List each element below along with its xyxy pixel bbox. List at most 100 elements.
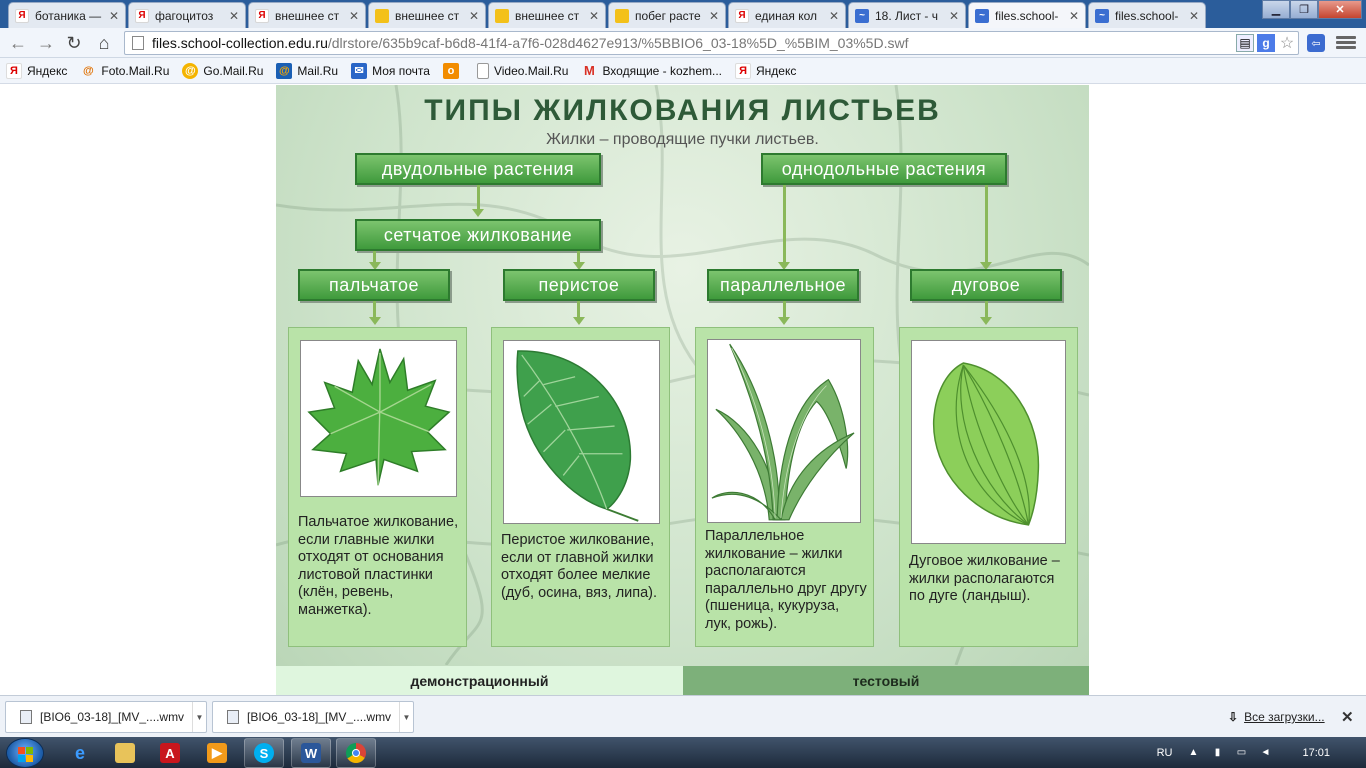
pinnate-leaf-image xyxy=(503,340,660,524)
tab-label: files.school- xyxy=(1115,8,1179,23)
bookmark-go-mail[interactable]: @ Go.Mail.Ru xyxy=(182,62,263,79)
system-tray: RU ▲ ▮ ▭ ◄ 17:01 xyxy=(1157,737,1366,768)
chevron-down-icon[interactable]: ▼ xyxy=(399,702,413,732)
bookmark-mail-ru[interactable]: @ Mail.Ru xyxy=(276,62,339,79)
chevron-down-icon[interactable]: ▼ xyxy=(192,702,206,732)
demo-mode-tab[interactable]: демонстрационный xyxy=(276,666,683,695)
slide-subtitle: Жилки – проводящие пучки листьев. xyxy=(546,131,819,148)
close-icon[interactable]: ✕ xyxy=(709,9,719,23)
tab-5[interactable]: внешнее ст ✕ xyxy=(488,2,606,28)
home-icon[interactable]: ⌂ xyxy=(92,32,116,54)
show-hidden-icons-icon[interactable]: ▲ xyxy=(1186,747,1200,759)
bookmark-odnoklassniki[interactable]: о xyxy=(442,62,464,79)
language-indicator[interactable]: RU xyxy=(1157,747,1173,759)
tab-label: 18. Лист - ч xyxy=(875,8,939,23)
network-signal-icon[interactable]: ▮ xyxy=(1210,747,1224,759)
palmate-box: пальчатое xyxy=(298,269,450,301)
word-icon[interactable]: W xyxy=(291,738,331,768)
close-icon[interactable]: ✕ xyxy=(949,9,959,23)
reload-icon[interactable]: ↻ xyxy=(62,32,86,54)
url-path: /dlrstore/635b9caf-b6d8-41f4-a7f6-028d46… xyxy=(327,35,909,51)
odnoklassniki-icon: о xyxy=(442,62,459,79)
menu-icon[interactable] xyxy=(1336,34,1356,52)
page-icon xyxy=(132,36,144,50)
internet-explorer-icon[interactable]: e xyxy=(60,738,100,768)
download-arrow-icon: ⇩ xyxy=(1228,710,1239,724)
close-icon[interactable]: ✕ xyxy=(349,9,359,23)
battery-icon[interactable]: ▭ xyxy=(1234,747,1248,759)
download-filename: [BIO6_03-18]_[MV_....wmv xyxy=(247,710,392,724)
arrow-icon xyxy=(778,317,790,325)
all-downloads-link[interactable]: ⇩ Все загрузки... xyxy=(1228,710,1325,724)
tab-7[interactable]: Яединая кол ✕ xyxy=(728,2,846,28)
tab-label: внешнее ст xyxy=(515,8,580,23)
close-icon[interactable]: ✕ xyxy=(589,9,599,23)
download-item[interactable]: [BIO6_03-18]_[MV_....wmv ▼ xyxy=(212,701,414,733)
bookmark-label: Video.Mail.Ru xyxy=(493,63,569,78)
tab-10[interactable]: ~ files.school- ✕ xyxy=(1088,2,1206,28)
extension-icon[interactable]: ⇦ xyxy=(1307,34,1325,52)
window-close-icon[interactable]: ✕ xyxy=(1318,0,1362,19)
school-collection-icon: ~ xyxy=(975,8,989,23)
tab-2[interactable]: Яфагоцитоз ✕ xyxy=(128,2,246,28)
minimize-icon[interactable]: ▁ xyxy=(1262,0,1290,19)
download-item[interactable]: [BIO6_03-18]_[MV_....wmv ▼ xyxy=(5,701,207,733)
yandex-icon: Я xyxy=(15,8,29,23)
close-icon[interactable]: ✕ xyxy=(1069,9,1079,23)
acrobat-icon[interactable]: A xyxy=(150,738,190,768)
page-icon xyxy=(476,62,489,79)
mail-icon: ✉ xyxy=(351,62,368,79)
all-downloads-label: Все загрузки... xyxy=(1244,710,1325,724)
tab-4[interactable]: внешнее ст ✕ xyxy=(368,2,486,28)
google-icon[interactable]: g xyxy=(1257,34,1275,52)
omnibox-actions: ▤ g ☆ xyxy=(1236,34,1296,52)
forward-icon[interactable]: → xyxy=(34,32,58,54)
reticulate-box: сетчатое жилкование xyxy=(355,219,601,251)
bookmark-foto-mail[interactable]: @ Foto.Mail.Ru xyxy=(80,63,169,79)
address-bar[interactable]: files.school-collection.edu.ru/dlrstore/… xyxy=(124,31,1299,55)
tab-9-active[interactable]: ~ files.school- ✕ xyxy=(968,2,1086,28)
tab-6[interactable]: побег расте ✕ xyxy=(608,2,726,28)
bookmark-yandex[interactable]: Я Яндекс xyxy=(6,62,68,79)
bookmark-label: Mail.Ru xyxy=(297,63,339,78)
close-icon[interactable]: ✕ xyxy=(1341,708,1354,726)
tab-3[interactable]: Явнешнее ст ✕ xyxy=(248,2,366,28)
media-player-icon[interactable]: ▶ xyxy=(197,738,237,768)
flash-presentation[interactable]: ТИПЫ ЖИЛКОВАНИЯ ЛИСТЬЕВ Жилки – проводящ… xyxy=(276,85,1089,695)
clock[interactable]: 17:01 xyxy=(1302,747,1330,759)
document-icon xyxy=(495,8,509,23)
tab-strip: Яботаника — ✕ Яфагоцитоз ✕ Явнешнее ст ✕ в… xyxy=(0,0,1366,28)
star-icon[interactable]: ☆ xyxy=(1278,34,1296,52)
test-mode-tab[interactable]: тестовый xyxy=(683,666,1089,695)
bookmark-yandex-2[interactable]: Я Яндекс xyxy=(735,62,796,79)
parallel-box: параллельное xyxy=(707,269,859,301)
yandex-icon: Я xyxy=(6,62,22,79)
mode-bar: демонстрационный тестовый xyxy=(276,666,1089,695)
close-icon[interactable]: ✕ xyxy=(229,9,239,23)
bookmark-my-mail[interactable]: ✉ Моя почта xyxy=(351,62,430,79)
back-icon[interactable]: ← xyxy=(6,32,30,54)
page-action-icon[interactable]: ▤ xyxy=(1236,34,1254,52)
tab-label: внешнее ст xyxy=(275,8,340,23)
restore-icon[interactable]: ❐ xyxy=(1290,0,1318,19)
tab-8[interactable]: ~18. Лист - ч ✕ xyxy=(848,2,966,28)
close-icon[interactable]: ✕ xyxy=(469,9,479,23)
tab-label: фагоцитоз xyxy=(155,8,214,23)
bookmark-label: Яндекс xyxy=(27,63,68,78)
close-icon[interactable]: ✕ xyxy=(829,9,839,23)
bookmarks-bar: Я Яндекс @ Foto.Mail.Ru @ Go.Mail.Ru @ Mail.… xyxy=(0,58,1366,84)
parallel-description: Параллельное жилкование – жилки располаг… xyxy=(705,528,867,632)
pinnate-box: перистое xyxy=(503,269,655,301)
volume-icon[interactable]: ◄ xyxy=(1258,747,1272,759)
chrome-icon[interactable] xyxy=(336,738,376,768)
start-button[interactable] xyxy=(6,738,44,768)
explorer-folder-icon[interactable] xyxy=(105,738,145,768)
close-icon[interactable]: ✕ xyxy=(1189,9,1199,23)
bookmark-video-mail[interactable]: Video.Mail.Ru xyxy=(476,62,569,79)
grass-image xyxy=(707,339,861,523)
bookmark-gmail-inbox[interactable]: M Входящие - kozhem... xyxy=(581,63,722,79)
close-icon[interactable]: ✕ xyxy=(109,9,119,23)
tab-1[interactable]: Яботаника — ✕ xyxy=(8,2,126,28)
mailru-icon: @ xyxy=(82,64,94,77)
skype-icon[interactable]: S xyxy=(244,738,284,768)
